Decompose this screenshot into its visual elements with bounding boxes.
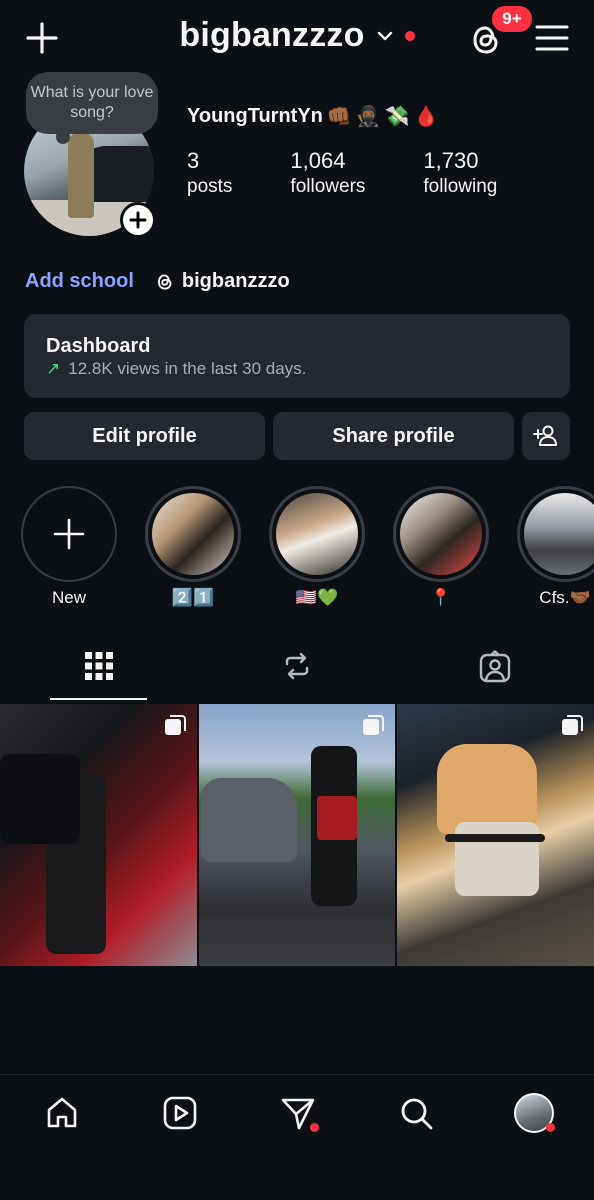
stat-followers[interactable]: 1,064 followers: [290, 148, 365, 200]
highlight-label: New: [51, 588, 86, 607]
stat-value: 1,730: [423, 148, 479, 173]
threads-profile-link[interactable]: bigbanzzzo: [154, 270, 290, 293]
highlight-cover: [400, 493, 482, 575]
bottom-navigation: [0, 1074, 594, 1200]
tab-tagged[interactable]: [396, 650, 594, 684]
highlight-ring: [517, 486, 594, 582]
stat-value: 3: [187, 148, 200, 173]
dashboard-title: Dashboard: [46, 335, 151, 357]
story-highlights: New 2️⃣1️⃣ 🇺🇸💚 📍 Cfs.🤝🏾: [0, 486, 594, 616]
grid-icon: [85, 652, 113, 680]
carousel-icon: [562, 715, 584, 735]
dashboard-card[interactable]: Dashboard ↗ 12.8K views in the last 30 d…: [24, 314, 570, 398]
highlight-label: Cfs.🤝🏾: [539, 588, 591, 607]
post-thumbnail[interactable]: [397, 704, 594, 966]
stat-posts[interactable]: 3 posts: [187, 148, 232, 200]
highlight-label: 2️⃣1️⃣: [171, 588, 215, 607]
highlight-label: 📍: [430, 588, 452, 607]
stat-value: 1,064: [290, 148, 346, 173]
highlight-ring: [269, 486, 365, 582]
highlight-ring: [393, 486, 489, 582]
name-emoji: 🥷🏾: [355, 106, 381, 128]
search-icon: [401, 1098, 433, 1130]
highlight-item[interactable]: Cfs.🤝🏾: [517, 486, 594, 608]
nav-notification-dot: [310, 1123, 319, 1132]
stat-label: followers: [290, 176, 366, 197]
name-emoji: 💸: [384, 106, 410, 128]
nav-reels[interactable]: [160, 1093, 200, 1133]
stat-following[interactable]: 1,730 following: [423, 148, 497, 200]
nav-search[interactable]: [396, 1093, 436, 1133]
profile-tabs: [0, 640, 594, 702]
active-tab-indicator: [50, 698, 147, 700]
repost-icon: [285, 652, 309, 680]
stat-label: posts: [187, 176, 233, 197]
reels-icon: [163, 1096, 197, 1130]
highlight-cover: [524, 493, 594, 575]
add-story-button[interactable]: [120, 202, 156, 238]
name-emoji: 🩸: [413, 106, 439, 128]
highlight-ring: [21, 486, 117, 582]
share-profile-button[interactable]: Share profile: [273, 412, 514, 460]
menu-icon[interactable]: [534, 22, 570, 54]
tab-grid[interactable]: [0, 650, 198, 682]
highlight-item[interactable]: 2️⃣1️⃣: [145, 486, 241, 608]
highlight-item[interactable]: 📍: [393, 486, 489, 608]
top-bar: bigbanzzzo 9+: [0, 0, 594, 80]
highlight-cover: [276, 493, 358, 575]
profile-stats: 3 posts 1,064 followers 1,730 following: [187, 148, 555, 200]
highlight-label: 🇺🇸💚: [295, 588, 339, 607]
posts-grid: [0, 704, 594, 966]
dashboard-views-text: 12.8K views in the last 30 days.: [68, 359, 307, 378]
post-thumbnail[interactable]: [198, 704, 396, 966]
name-emoji: 👊🏾: [326, 106, 352, 128]
carousel-icon: [363, 715, 385, 735]
plus-icon: [53, 518, 85, 550]
highlight-item[interactable]: 🇺🇸💚: [269, 486, 365, 608]
profile-links: Add school bigbanzzzo: [25, 270, 290, 293]
notification-badge: 9+: [492, 6, 532, 32]
tagged-icon: [479, 650, 511, 683]
username-title: bigbanzzzo: [179, 16, 365, 54]
profile-note[interactable]: What is your love song?: [26, 72, 158, 144]
add-person-icon: [533, 425, 557, 446]
highlight-cover: [152, 493, 234, 575]
nav-notification-dot: [546, 1123, 555, 1132]
carousel-icon: [164, 715, 186, 735]
tab-reposts[interactable]: [198, 650, 396, 682]
highlight-new[interactable]: New: [21, 486, 117, 608]
nav-direct[interactable]: [278, 1093, 319, 1133]
trend-up-icon: ↗: [46, 359, 61, 378]
dashboard-subtitle: ↗ 12.8K views in the last 30 days.: [46, 358, 548, 380]
add-school-link[interactable]: Add school: [25, 270, 134, 293]
nav-profile[interactable]: [514, 1093, 555, 1133]
account-notification-dot: [404, 30, 415, 41]
display-name: YoungTurntYn 👊🏾 🥷🏾 💸 🩸: [187, 104, 439, 129]
post-thumbnail[interactable]: [0, 704, 197, 966]
edit-profile-button[interactable]: Edit profile: [24, 412, 265, 460]
nav-home[interactable]: [42, 1093, 82, 1133]
plus-icon: [129, 211, 147, 229]
home-icon: [47, 1097, 77, 1128]
stat-label: following: [423, 176, 498, 197]
display-name-text: YoungTurntYn: [187, 105, 323, 127]
highlight-ring: [145, 486, 241, 582]
chevron-down-icon: [377, 31, 392, 40]
threads-icon: [157, 273, 172, 290]
threads-handle: bigbanzzzo: [181, 270, 290, 292]
discover-people-button[interactable]: [522, 412, 570, 460]
